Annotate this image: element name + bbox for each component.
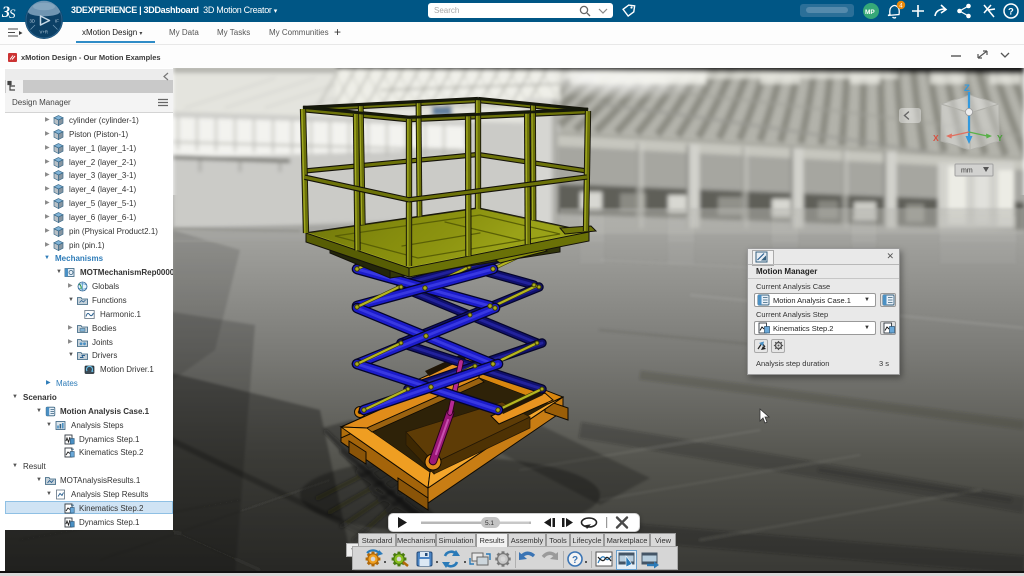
svg-text:S: S bbox=[9, 6, 16, 21]
svg-text:3D: 3D bbox=[30, 19, 36, 24]
svg-text:?: ? bbox=[1008, 7, 1014, 18]
svg-text:?: ? bbox=[572, 555, 578, 566]
svg-text:V+R: V+R bbox=[40, 30, 48, 35]
svg-text:MP: MP bbox=[865, 9, 875, 16]
svg-text:Y: Y bbox=[997, 133, 1003, 143]
svg-text:5.1: 5.1 bbox=[485, 520, 494, 527]
svg-text:Z: Z bbox=[964, 83, 970, 94]
svg-text:IF: IF bbox=[55, 19, 59, 24]
svg-text:mm: mm bbox=[961, 168, 973, 175]
svg-text:X: X bbox=[933, 133, 939, 143]
